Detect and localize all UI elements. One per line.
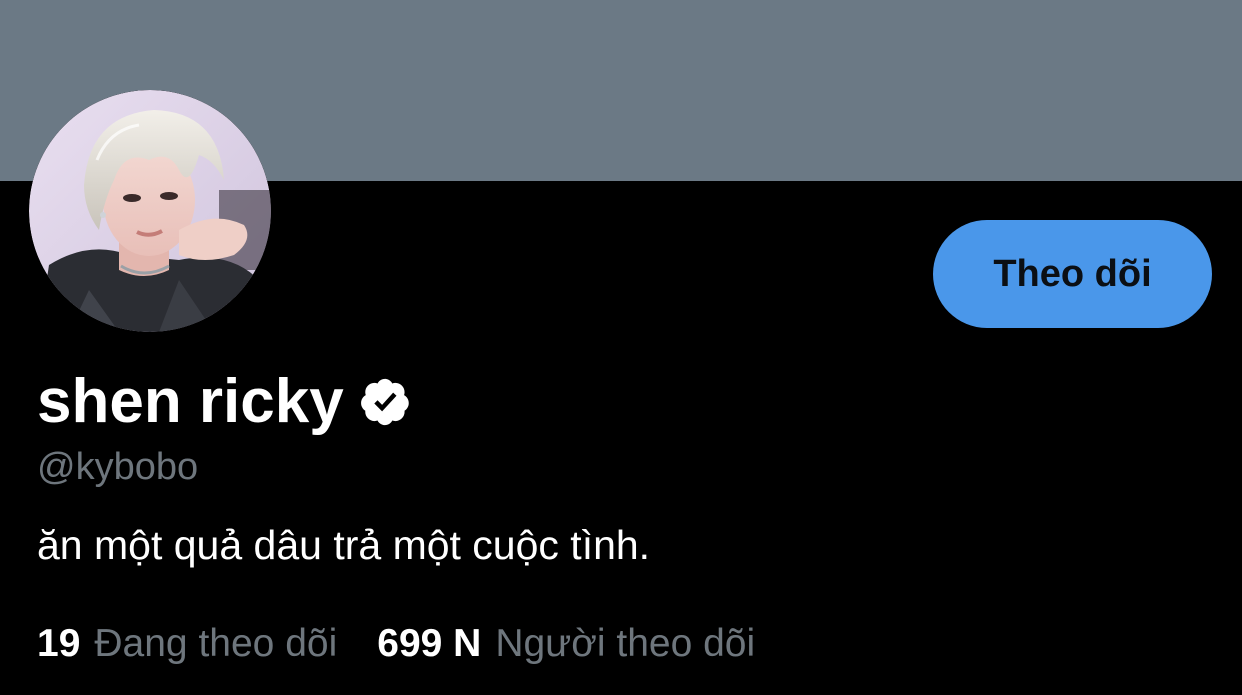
avatar-photo: [29, 90, 271, 332]
avatar[interactable]: [29, 90, 271, 332]
followers-count: 699 N: [377, 622, 482, 665]
profile-stats: 19 Đang theo dõi 699 N Người theo dõi: [37, 618, 755, 670]
follow-button[interactable]: Theo dõi: [933, 220, 1212, 328]
following-label: Đang theo dõi: [94, 622, 338, 665]
display-name: shen ricky: [37, 367, 344, 436]
profile-handle: @kybobo: [37, 446, 199, 488]
following-link[interactable]: 19 Đang theo dõi: [37, 618, 337, 670]
followers-label: Người theo dõi: [495, 622, 756, 665]
verified-badge-icon[interactable]: [360, 376, 412, 428]
profile-page: Theo dõi shen ricky @kybobo ăn một quả d…: [0, 0, 1242, 695]
followers-link[interactable]: 699 N Người theo dõi: [377, 618, 755, 670]
following-count: 19: [37, 622, 81, 665]
name-row: shen ricky: [37, 362, 412, 442]
profile-bio: ăn một quả dâu trả một cuộc tình.: [37, 522, 651, 568]
